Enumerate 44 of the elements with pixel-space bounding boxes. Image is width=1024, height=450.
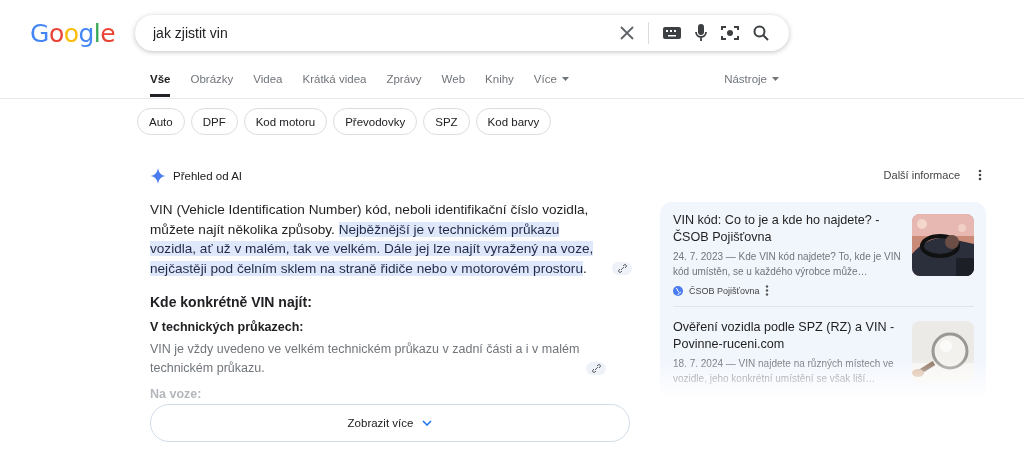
source-snippet: 24. 7. 2023 — Kde VIN kód najdete? To, kde je VIN kód umístěn, se u každého výrobce může… xyxy=(673,250,902,279)
section-heading: Kde konkrétně VIN najít: xyxy=(150,294,313,310)
tab[interactable]: Videa xyxy=(253,67,283,97)
more-options-icon[interactable] xyxy=(765,285,770,296)
show-more-button[interactable]: Zobrazit více xyxy=(150,404,630,442)
keyboard-icon[interactable] xyxy=(663,27,681,39)
tab[interactable]: Více xyxy=(533,67,569,97)
filter-chip[interactable]: Auto xyxy=(137,108,185,135)
ai-answer-paragraph: VIN (Vehicle Identification Number) kód, neboli identifikační číslo vozidla, můžete najít několika způsoby. Nejběžnější je v technickém průkazu vozidla, ať už v malém, tak ve velkém. Dále jej lze najít vyražený na voze, nejčastěji pod čelním sklem na straně řidiče nebo v motorovém prostoru. xyxy=(150,201,595,278)
globe-icon xyxy=(673,285,683,296)
subheading: V technických průkazech: xyxy=(150,320,305,334)
filter-chip[interactable]: Kod barvy xyxy=(475,108,552,135)
link-icon[interactable] xyxy=(612,262,632,275)
more-options-icon[interactable] xyxy=(978,168,982,181)
tab[interactable]: Knihy xyxy=(485,67,514,97)
source-link[interactable]: Ověření vozidla podle SPZ (RZ) a VIN - Povinne-ruceni.com xyxy=(673,319,902,353)
filter-chip[interactable]: Kod motoru xyxy=(243,108,328,135)
sparkle-icon xyxy=(150,168,166,184)
close-icon[interactable] xyxy=(620,26,634,40)
search-field[interactable]: jak zjistit vin xyxy=(151,24,606,42)
camera-icon[interactable] xyxy=(721,25,739,41)
tools-menu[interactable]: Nástroje xyxy=(724,67,779,97)
answer-text: VIN je vždy uvedeno ve velkém technickém průkazu v zadní části a i v malém technickém průkazu. xyxy=(150,341,580,377)
filter-chip[interactable]: DPF xyxy=(190,108,238,135)
ai-overview-title: Přehled od AI xyxy=(173,170,243,182)
tab[interactable]: Zprávy xyxy=(386,67,422,97)
tab[interactable]: Krátká videa xyxy=(302,67,367,97)
filter-chip[interactable]: SPZ xyxy=(423,108,470,135)
chevron-down-icon xyxy=(422,420,433,426)
source-link[interactable]: VIN kód: Co to je a kde ho najdete? - ČSOB Pojišťovna xyxy=(673,212,902,246)
more-info-link[interactable]: Další informace xyxy=(883,168,960,181)
caret-icon xyxy=(561,77,569,81)
tab[interactable]: Obrázky xyxy=(190,67,234,97)
filter-chip[interactable]: Převodovky xyxy=(333,108,418,135)
google-logo[interactable]: Google xyxy=(30,18,135,48)
tab[interactable]: Web xyxy=(441,67,466,97)
source-name: ČSOB Pojišťovna xyxy=(689,285,760,296)
link-icon[interactable] xyxy=(586,362,606,375)
subheading: Na voze: xyxy=(150,387,203,401)
search-icon[interactable] xyxy=(753,25,769,41)
caret-icon xyxy=(772,77,779,81)
microphone-icon[interactable] xyxy=(695,24,707,42)
source-snippet: 18. 7. 2024 — VIN najdete na různých místech ve vozidle, jeho konkrétní umístění se však liší… xyxy=(673,357,895,386)
tab[interactable]: Vše xyxy=(150,67,171,97)
